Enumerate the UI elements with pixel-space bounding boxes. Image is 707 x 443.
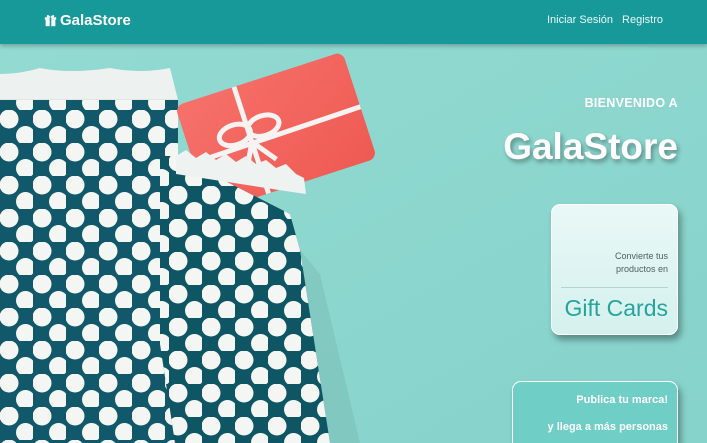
- gift-cards-title: Gift Cards: [564, 295, 668, 321]
- nav-links: Iniciar Sesión Registro: [547, 14, 663, 26]
- promo-line-1: Publica tu marca!: [576, 394, 668, 406]
- gift-cards-subtitle: Convierte tus productos en: [614, 251, 668, 274]
- gift-cards-panel[interactable]: Convierte tus productos en Gift Cards: [551, 204, 678, 335]
- promo-panel[interactable]: Publica tu marca! y llega a más personas: [512, 381, 678, 443]
- welcome-text: BIENVENIDO A: [584, 96, 678, 110]
- brand-name: GalaStore: [60, 12, 131, 29]
- navbar: GalaStore Iniciar Sesión Registro: [0, 0, 707, 44]
- hero-title: GalaStore: [503, 126, 678, 167]
- hero-section: BIENVENIDO A GalaStore Convierte tus pro…: [0, 44, 707, 443]
- gift-icon: [44, 15, 57, 27]
- login-link[interactable]: Iniciar Sesión: [547, 14, 613, 26]
- divider: [561, 287, 668, 288]
- brand-link[interactable]: GalaStore: [44, 12, 131, 29]
- register-link[interactable]: Registro: [622, 14, 663, 26]
- promo-line-2: y llega a más personas: [547, 421, 668, 433]
